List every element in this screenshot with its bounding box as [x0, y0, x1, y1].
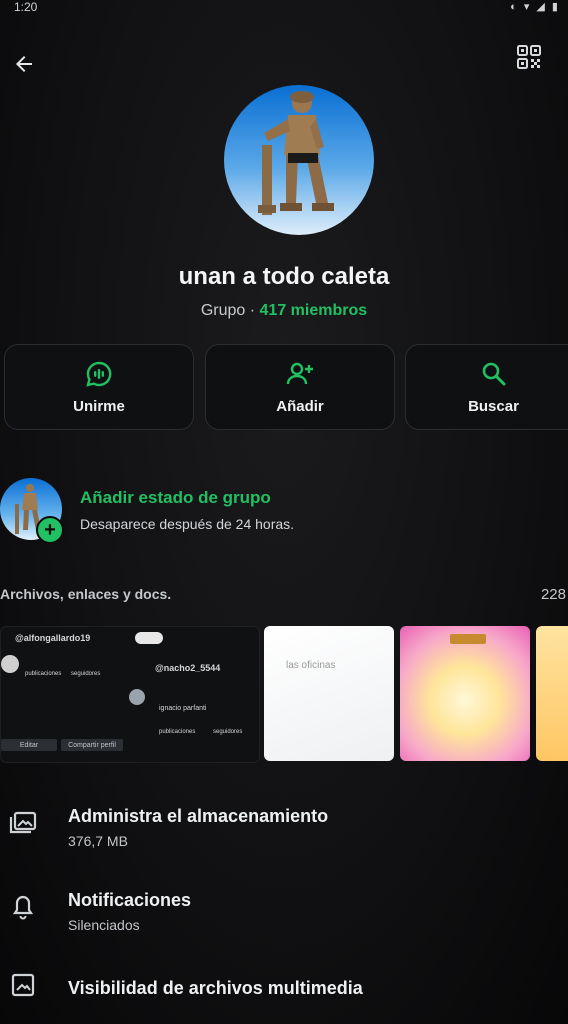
join-label: Unirme [73, 397, 125, 415]
thumb-avatar-2 [129, 689, 145, 705]
thumb-pill [135, 632, 163, 644]
media-links-docs-header[interactable]: Archivos, enlaces y docs. 228 [0, 586, 568, 608]
status-icons: ◐ ▾ ◢ ▮ [510, 1, 560, 13]
notifications-title: Notificaciones [68, 890, 192, 910]
manage-storage-title: Administra el almacenamiento [68, 806, 329, 826]
notifications-status: Silenciados [68, 917, 140, 933]
media-thumbnail-image[interactable] [400, 626, 530, 761]
qr-code-icon [517, 45, 541, 69]
back-button[interactable] [10, 50, 38, 78]
arrow-left-icon [16, 56, 32, 72]
thumb-username-1: @alfongallardo19 [15, 633, 91, 643]
add-person-icon [286, 362, 313, 384]
media-thumbnail-screenshot[interactable]: @alfongallardo19 publicaciones seguidore… [0, 626, 260, 763]
search-label: Buscar [468, 397, 519, 415]
status-bar: 1:20 ◐ ▾ ◢ ▮ [0, 0, 568, 16]
voice-chat-icon [86, 361, 112, 387]
group-avatar[interactable] [224, 85, 374, 235]
thumb-seg-1: seguidores [71, 671, 101, 677]
manage-storage-size: 376,7 MB [68, 833, 128, 849]
group-info-screen: 1:20 ◐ ▾ ◢ ▮ unan a todo caleta Grupo · … [0, 0, 568, 1024]
qr-code-button[interactable] [514, 42, 544, 72]
thumb-name-2: ignacio parfanti [159, 705, 207, 712]
notifications-row[interactable]: Notificaciones Silenciados [0, 882, 568, 938]
media-title: Archivos, enlaces y docs. [0, 586, 172, 602]
thumb-share-btn: Compartir perfil [61, 739, 123, 751]
group-status-title: Añadir estado de grupo [80, 488, 271, 507]
thumb-doc-text: las oficinas [286, 660, 336, 671]
search-icon [482, 362, 505, 385]
bell-icon [8, 892, 38, 922]
thumb-username-2: @nacho2_5544 [155, 663, 221, 673]
plus-icon: + [36, 516, 64, 544]
search-button[interactable]: Buscar [405, 344, 568, 430]
media-visibility-row[interactable]: Visibilidad de archivos multimedia [0, 966, 568, 1016]
thumb-banner [450, 634, 486, 644]
add-label: Añadir [276, 397, 324, 415]
group-subtitle: Grupo · 417 miembros [0, 302, 568, 320]
media-visibility-title: Visibilidad de archivos multimedia [68, 978, 363, 998]
media-count: 228 [540, 586, 566, 603]
group-type: Grupo [200, 302, 246, 319]
manage-storage-row[interactable]: Administra el almacenamiento 376,7 MB [0, 800, 568, 856]
group-name: unan a todo caleta [178, 263, 390, 290]
status-time: 1:20 [14, 0, 38, 14]
join-button[interactable]: Unirme [4, 344, 194, 430]
statue-image [258, 91, 334, 215]
add-group-status-row[interactable]: + Añadir estado de grupo Desaparece desp… [0, 476, 568, 546]
thumb-seg-2: seguidores [213, 729, 243, 735]
subtitle-separator: · [245, 302, 260, 319]
thumb-pub-2: publicaciones [159, 729, 196, 735]
storage-folder-icon [8, 808, 38, 838]
member-count[interactable]: 417 miembros [260, 302, 368, 319]
add-member-button[interactable]: Añadir [205, 344, 395, 430]
thumb-edit-btn: Editar [1, 739, 57, 751]
group-status-description: Desaparece después de 24 horas. [80, 516, 295, 532]
thumb-pub-1: publicaciones [25, 671, 62, 677]
thumb-avatar-1 [1, 655, 19, 673]
media-thumbnail-document[interactable]: las oficinas [264, 626, 394, 761]
media-thumbnail-partial[interactable] [536, 626, 568, 761]
image-icon [8, 970, 38, 1000]
